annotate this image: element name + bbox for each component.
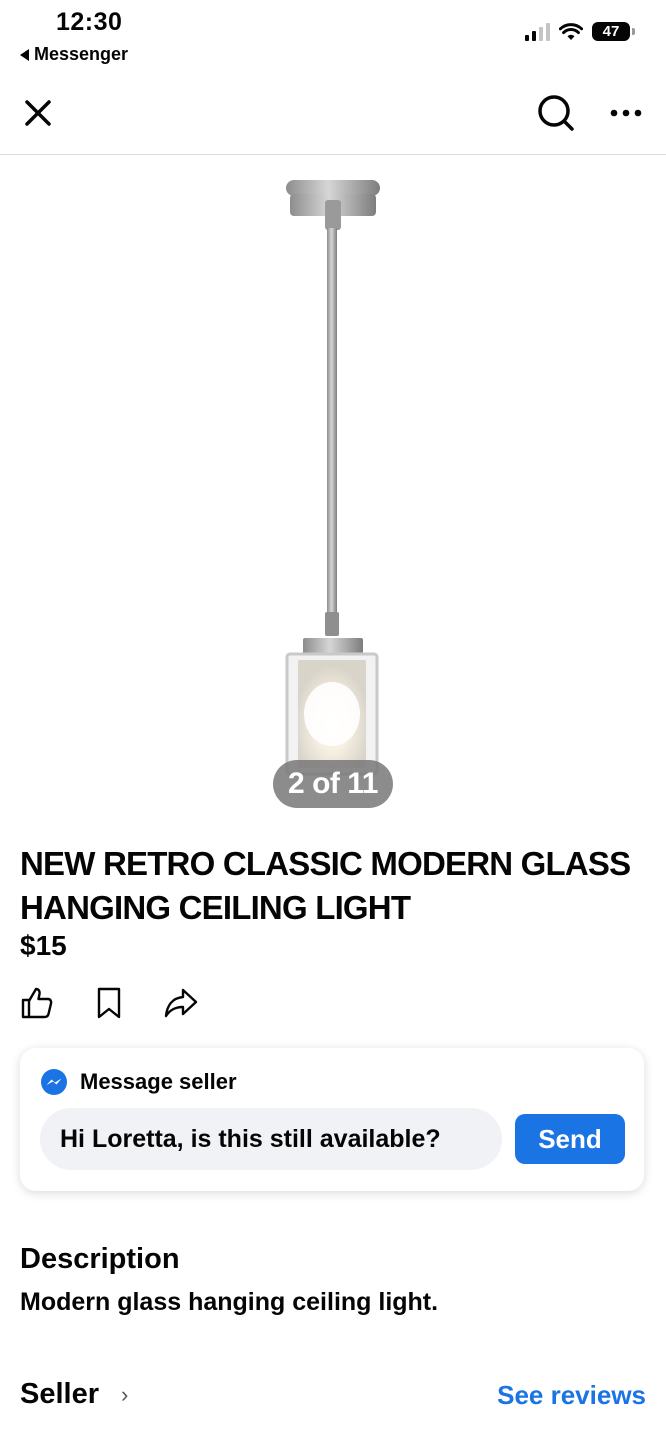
listing-photo[interactable] [0, 156, 666, 828]
send-button[interactable]: Send [515, 1114, 625, 1164]
back-to-messenger-link[interactable]: Messenger [20, 44, 128, 65]
status-indicators: 47 [525, 22, 635, 41]
seller-link[interactable]: Seller › [20, 1378, 128, 1411]
description-text: Modern glass hanging ceiling light. [20, 1288, 439, 1316]
listing-title: NEW RETRO CLASSIC MODERN GLASS HANGING C… [20, 845, 631, 926]
close-icon [25, 100, 51, 126]
more-horizontal-icon [610, 109, 642, 117]
listing-actions [18, 984, 200, 1022]
cellular-signal-icon [525, 22, 550, 41]
back-app-label: Messenger [34, 44, 129, 64]
message-seller-header: Message seller [40, 1068, 237, 1096]
chevron-right-icon: › [121, 1381, 129, 1407]
message-seller-title: Message seller [80, 1069, 237, 1094]
listing-price: $15 [20, 930, 67, 961]
like-button[interactable] [18, 984, 56, 1022]
seller-label: Seller [20, 1378, 99, 1410]
search-icon [538, 95, 574, 131]
message-input[interactable] [40, 1108, 502, 1170]
wifi-icon [559, 22, 583, 40]
photo-counter-badge: 2 of 11 [273, 760, 393, 808]
close-button[interactable] [14, 89, 62, 137]
status-bar: 12:30 Messenger 47 [0, 0, 666, 75]
search-button[interactable] [532, 89, 580, 137]
battery-level: 47 [602, 23, 620, 40]
back-arrow-icon [20, 48, 29, 61]
messenger-icon [41, 1069, 67, 1095]
app-header [0, 75, 666, 155]
like-icon [21, 987, 53, 1019]
see-reviews-link[interactable]: See reviews [497, 1380, 646, 1411]
more-options-button[interactable] [602, 89, 650, 137]
pendant-light-image [285, 180, 380, 776]
description-heading: Description [20, 1243, 180, 1275]
save-icon [97, 987, 121, 1019]
seller-row: Seller › See reviews [20, 1378, 646, 1418]
message-seller-card: Message seller Send [20, 1048, 644, 1191]
battery-icon: 47 [592, 22, 635, 41]
share-button[interactable] [162, 984, 200, 1022]
status-time: 12:30 [56, 8, 123, 36]
share-icon [164, 988, 198, 1018]
save-button[interactable] [90, 984, 128, 1022]
